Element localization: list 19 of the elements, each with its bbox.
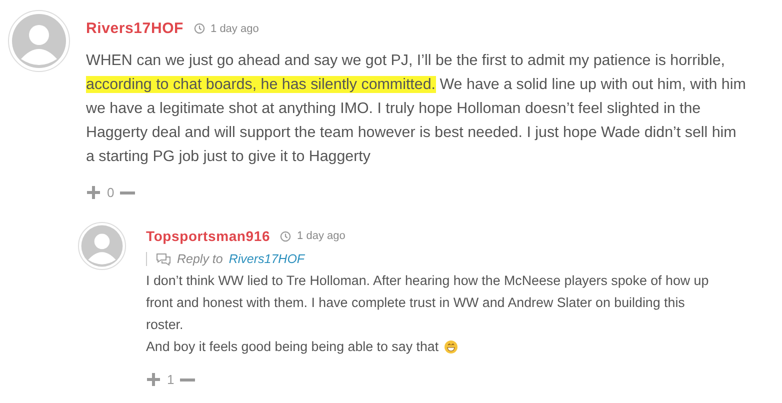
comment-text: I don’t think WW lied to Tre Holloman. After hearing how the McNeese players spoke of how up front and honest with them. I have complete trust in WW and Andrew Slater on building this roster.: [146, 272, 710, 334]
clock-icon: [194, 23, 205, 34]
downvote-icon[interactable]: [180, 378, 196, 382]
vote-count: 0: [107, 185, 114, 200]
upvote-icon[interactable]: [86, 185, 101, 200]
vote-count: 1: [167, 372, 174, 387]
reply-label: Reply to: [177, 252, 223, 266]
author-name[interactable]: Topsportsman916: [146, 228, 270, 244]
author-name[interactable]: Rivers17HOF: [86, 20, 184, 37]
comment-text: WHEN can we just go ahead and say we got PJ, I’ll be the first to admit my patience is horrible, according to chat boards, he has silently committed. We have a solid line up with out him, with him we have a legitimate shot at anything IMO. I truly hope Holloman doesn’t feel slighted in the Haggerty deal and will support the team however is best needed. I just hope Wade didn’t sell him a starting PG job just to give it to Haggerty: [86, 51, 747, 167]
comment-time: 1 day ago: [210, 22, 259, 34]
comment-time: 1 day ago: [297, 230, 346, 242]
reply-to-link[interactable]: Rivers17HOF: [228, 252, 305, 266]
clock-icon: [280, 230, 292, 242]
reply-icon: [156, 252, 171, 266]
comment-text: And boy it feels good being being able to say that: [146, 338, 439, 356]
avatar-icon: [78, 222, 126, 270]
downvote-icon[interactable]: [120, 190, 136, 194]
upvote-icon[interactable]: [146, 372, 161, 387]
